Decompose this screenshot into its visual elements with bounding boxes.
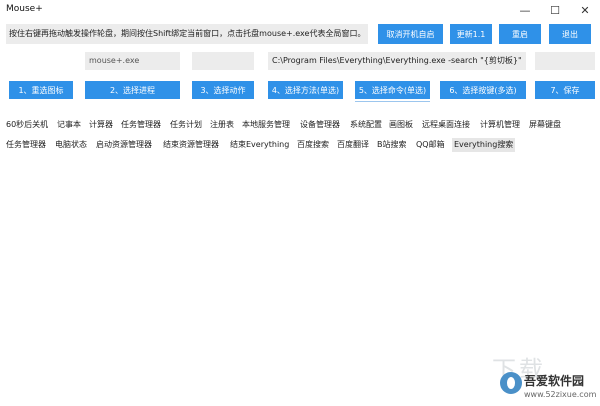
step-button-4[interactable]: 4、选择方法(单选) [268,81,343,99]
command-link[interactable]: 远程桌面连接 [422,118,470,132]
watermark-url: www.52zixue.com [524,390,597,399]
process-field[interactable]: mouse+.exe [85,52,180,70]
command-link[interactable]: 记事本 [57,118,81,132]
command-link[interactable]: 任务计划 [170,118,202,132]
watermark: 下载 吾爱软件园 www.52zixue.com [470,350,600,406]
step-button-3[interactable]: 3、选择动作 [192,81,254,99]
active-step-indicator [355,101,430,102]
cancel-autostart-button[interactable]: 取消开机自启 [378,24,443,44]
close-icon[interactable]: ✕ [570,0,600,20]
exit-button[interactable]: 退出 [549,24,591,44]
command-link[interactable]: 电脑状态 [55,138,87,152]
step-button-5[interactable]: 5、选择命令(单选) [355,81,430,99]
minimize-icon[interactable]: — [510,0,540,20]
update-button[interactable]: 更新1.1 [450,24,492,44]
command-link[interactable]: 任务管理器 [121,118,161,132]
command-link[interactable]: QQ邮箱 [416,138,445,152]
command-link[interactable]: 结束Everything [230,138,289,152]
command-link[interactable]: B站搜索 [377,138,407,152]
maximize-icon[interactable]: ☐ [540,0,570,20]
command-link[interactable]: 百度翻译 [337,138,369,152]
command-link[interactable]: 启动资源管理器 [96,138,152,152]
command-link[interactable]: 计算机管理 [480,118,520,132]
step-button-6[interactable]: 6、选择按键(多选) [440,81,526,99]
step-button-1[interactable]: 1、重选图标 [9,81,73,99]
app-title: Mouse+ [6,4,43,14]
command-link-selected[interactable]: Everything搜索 [452,138,516,152]
command-link[interactable]: 60秒后关机 [6,118,48,132]
watermark-logo-icon [500,372,522,394]
command-link[interactable]: 设备管理器 [300,118,340,132]
extra-field[interactable] [535,52,595,70]
watermark-site-name: 吾爱软件园 [524,374,585,388]
command-link[interactable]: 任务管理器 [6,138,46,152]
command-link[interactable]: 屏幕键盘 [529,118,561,132]
command-link[interactable]: 注册表 [210,118,234,132]
action-field[interactable] [192,52,254,70]
title-bar: Mouse+ — ☐ ✕ [0,0,600,20]
command-link[interactable]: 画图板 [389,118,413,132]
command-link[interactable]: 系统配置 [350,118,382,132]
command-link[interactable]: 百度搜索 [297,138,329,152]
command-link[interactable]: 结束资源管理器 [163,138,219,152]
step-button-2[interactable]: 2、选择进程 [85,81,180,99]
instruction-text: 按住右键再拖动触发操作轮盘，期间按住Shift绑定当前窗口，点击托盘mouse+… [6,24,368,44]
command-link[interactable]: 本地服务管理 [242,118,290,132]
restart-button[interactable]: 重启 [499,24,541,44]
step-button-7[interactable]: 7、保存 [535,81,595,99]
command-field[interactable]: C:\Program Files\Everything\Everything.e… [268,52,526,70]
command-link[interactable]: 计算器 [89,118,113,132]
